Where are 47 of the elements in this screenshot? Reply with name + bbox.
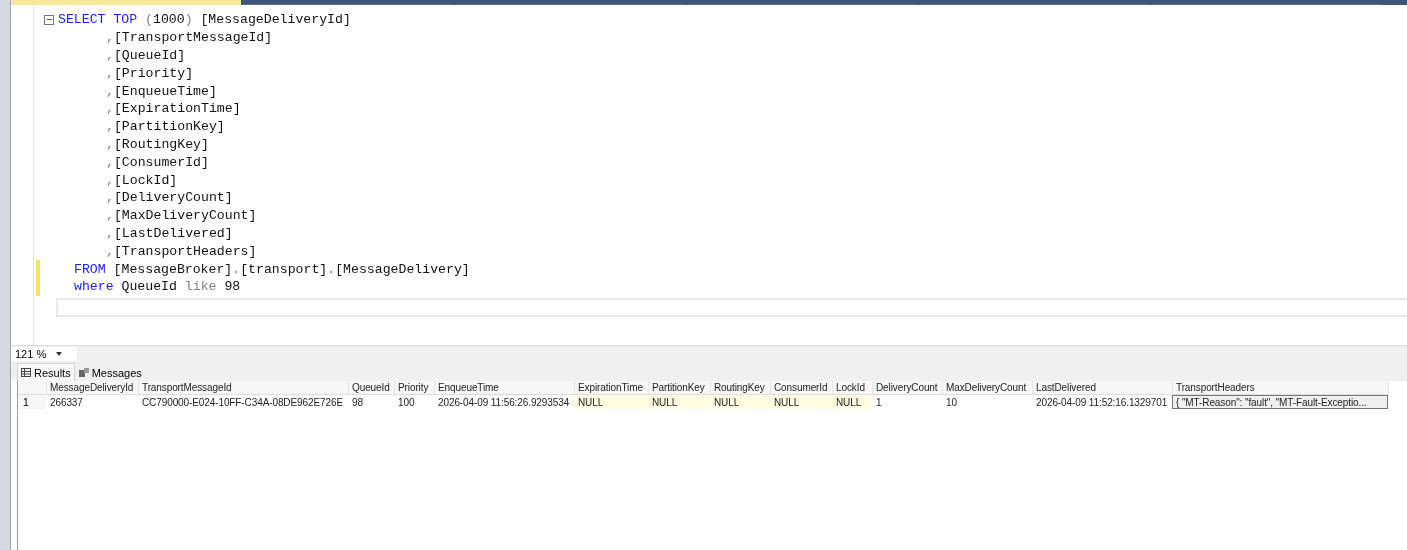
code-line: ,[ConsumerId] xyxy=(105,154,209,170)
column-header[interactable]: LockId xyxy=(833,381,873,395)
code-line: ,[PartitionKey] xyxy=(105,119,225,135)
column-header[interactable]: ConsumerId xyxy=(771,381,833,395)
table-cell: NULL xyxy=(648,395,710,409)
column-header[interactable]: LastDelivered xyxy=(1033,381,1173,395)
code-line: ,[MaxDeliveryCount] xyxy=(105,208,257,224)
tab-label: Messages xyxy=(91,366,142,379)
code-line: where QueueId like 98 xyxy=(73,279,241,295)
code-line: ,[TransportMessageId] xyxy=(105,30,273,46)
code-line: SELECT TOP (1000) [MessageDeliveryId] xyxy=(58,12,351,28)
result-tab[interactable]: Messages xyxy=(74,363,146,381)
tab-label: Results xyxy=(34,366,71,379)
collapse-icon[interactable] xyxy=(44,14,54,25)
code-line: ,[Priority] xyxy=(105,65,194,81)
table-cell: NULL xyxy=(710,395,770,409)
message-icon xyxy=(78,368,89,377)
column-header[interactable]: RoutingKey xyxy=(711,381,771,395)
table-cell: NULL xyxy=(770,395,832,409)
column-header[interactable]: EnqueueTime xyxy=(435,381,575,395)
caret-icon xyxy=(56,352,63,356)
table-cell: NULL xyxy=(832,395,872,409)
code-line: ,[TransportHeaders] xyxy=(105,243,257,259)
column-header[interactable]: TransportHeaders xyxy=(1173,381,1389,395)
code-line: ,[LockId] xyxy=(105,172,178,188)
column-header[interactable]: PartitionKey xyxy=(649,381,711,395)
code-line: ,[QueueId] xyxy=(105,48,186,63)
code-line: ,[LastDelivered] xyxy=(105,225,233,241)
code-line: ,[RoutingKey] xyxy=(105,136,209,152)
code-line: ,[EnqueueTime] xyxy=(105,83,217,99)
result-tab[interactable]: Results xyxy=(17,363,75,381)
document-tab[interactable] xyxy=(11,0,241,5)
table-cell: { "MT-Reason": "fault", "MT-Fault-Exceptio... xyxy=(1172,395,1388,409)
column-header[interactable]: TransportMessageId xyxy=(139,381,349,395)
code-line: ,[DeliveryCount] xyxy=(105,190,233,206)
row-number: 1 xyxy=(18,395,46,409)
grid-icon xyxy=(21,368,31,377)
table-cell: NULL xyxy=(574,395,648,409)
zoom-dropdown[interactable]: 121 % xyxy=(11,347,77,361)
code-line: FROM [MessageBroker].[transport].[MessageDelivery] xyxy=(73,261,470,277)
column-header[interactable]: MaxDeliveryCount xyxy=(943,381,1033,395)
column-header[interactable]: ExpirationTime xyxy=(575,381,649,395)
code-line: ,[ExpirationTime] xyxy=(105,101,241,117)
column-header[interactable]: MessageDeliveryId xyxy=(47,381,139,395)
column-header[interactable]: QueueId xyxy=(349,381,395,395)
column-header[interactable]: Priority xyxy=(395,381,435,395)
column-header[interactable]: DeliveryCount xyxy=(873,381,943,395)
